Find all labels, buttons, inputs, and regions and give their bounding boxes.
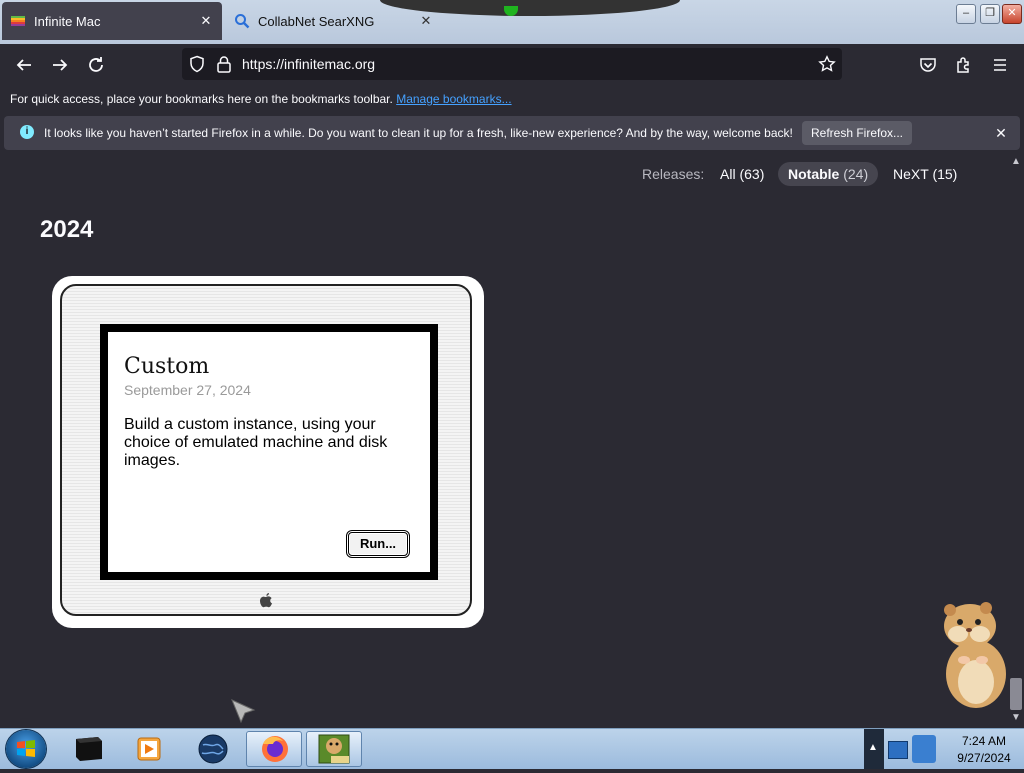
filter-notable-button[interactable]: Notable (24) [778, 162, 879, 186]
filter-all-button[interactable]: All (63) [710, 162, 774, 186]
minimize-button[interactable]: – [956, 4, 976, 24]
tab-title: CollabNet SearXNG [258, 13, 375, 29]
page-scrollbar[interactable]: ▲ ▼ [1008, 152, 1024, 728]
scroll-thumb[interactable] [1010, 678, 1022, 710]
taskbar-dosbox-app[interactable] [306, 731, 362, 767]
card-title: Custom [124, 354, 210, 379]
scroll-up-arrow-icon[interactable]: ▲ [1010, 156, 1022, 168]
forward-arrow-icon[interactable] [48, 53, 72, 77]
pocket-icon[interactable] [916, 53, 940, 77]
windows-logo-icon [17, 740, 35, 757]
run-button[interactable]: Run... [348, 532, 408, 556]
scroll-down-arrow-icon[interactable]: ▼ [1010, 712, 1022, 724]
apple-logo-icon [260, 593, 272, 608]
clock-time[interactable]: 7:24 AM [944, 734, 1024, 748]
releases-label: Releases: [642, 166, 705, 182]
reload-icon[interactable] [84, 53, 108, 77]
mouse-cursor-icon [231, 699, 256, 724]
filter-count: (24) [843, 166, 869, 182]
filter-next-button[interactable]: NeXT (15) [883, 162, 967, 186]
filter-label: Notable [788, 166, 840, 182]
bookmarks-hint-text: For quick access, place your bookmarks h… [10, 92, 393, 106]
black-box-icon [76, 737, 102, 761]
navigation-bar: https://infinitemac.org [0, 44, 1024, 86]
mac-bezel: Custom September 27, 2024 Build a custom… [60, 284, 472, 616]
media-player-icon [137, 737, 161, 761]
taskbar-terminal-app[interactable] [60, 731, 116, 767]
star-icon[interactable] [818, 55, 836, 73]
taskbar-globe-app[interactable] [184, 731, 240, 767]
restore-button[interactable]: ❐ [980, 4, 1000, 24]
close-notification-icon[interactable]: ✕ [992, 124, 1010, 142]
volume-icon[interactable] [912, 735, 936, 763]
show-hidden-icons-area[interactable]: ▲ [864, 729, 884, 769]
tab-infinite-mac[interactable]: Infinite Mac ✕ [2, 2, 222, 40]
year-heading: 2024 [40, 216, 94, 243]
bookmarks-toolbar: For quick access, place your bookmarks h… [0, 86, 1024, 114]
bookmarks-hint: For quick access, place your bookmarks h… [10, 92, 512, 106]
menu-icon[interactable] [988, 53, 1012, 77]
filter-count: (15) [932, 166, 958, 182]
globe-icon [198, 734, 228, 764]
close-tab-icon[interactable]: ✕ [198, 13, 214, 29]
custom-release-card: Custom September 27, 2024 Build a custom… [52, 276, 484, 628]
hamster-desktop-pet[interactable] [936, 600, 1008, 710]
tab-title: Infinite Mac [34, 13, 101, 29]
screen-bezel: Custom September 27, 2024 Build a custom… [100, 324, 438, 580]
tab-strip: Infinite Mac ✕ CollabNet SearXNG ✕ – ❐ ✕ [0, 0, 1024, 44]
clock-date[interactable]: 9/27/2024 [944, 751, 1024, 765]
extensions-icon[interactable] [952, 53, 976, 77]
close-tab-icon[interactable]: ✕ [418, 13, 434, 29]
notification-message: It looks like you haven’t started Firefo… [44, 126, 793, 140]
card-description: Build a custom instance, using your choi… [124, 416, 388, 469]
mac-screen: Custom September 27, 2024 Build a custom… [108, 332, 430, 572]
manage-bookmarks-link[interactable]: Manage bookmarks... [396, 92, 511, 106]
rainbow-mac-icon [11, 16, 25, 26]
taskbar-media-player-app[interactable] [120, 731, 176, 767]
network-icon[interactable] [888, 741, 908, 759]
card-date: September 27, 2024 [124, 382, 251, 398]
filter-label: NeXT [893, 166, 929, 182]
taskbar-firefox-app[interactable] [246, 731, 302, 767]
refresh-firefox-button[interactable]: Refresh Firefox... [802, 121, 912, 145]
filter-label: All [720, 166, 736, 182]
tray-up-arrow-icon[interactable]: ▲ [868, 742, 878, 753]
firefox-icon [262, 736, 288, 762]
search-icon [235, 14, 250, 29]
taskbar: ▲ 7:24 AM 9/27/2024 [0, 728, 1024, 769]
lock-icon[interactable] [216, 55, 232, 73]
address-bar[interactable]: https://infinitemac.org [182, 48, 842, 80]
system-tray: ▲ 7:24 AM 9/27/2024 [864, 729, 1024, 769]
info-icon: i [20, 125, 34, 139]
url-text[interactable]: https://infinitemac.org [242, 56, 375, 72]
start-button[interactable] [6, 730, 46, 768]
page-content: Releases: All (63) Notable (24) NeXT (15… [0, 152, 1008, 728]
refresh-firefox-notification: i It looks like you haven’t started Fire… [4, 116, 1020, 150]
dosbox-icon [318, 734, 350, 764]
close-window-button[interactable]: ✕ [1002, 4, 1022, 24]
filter-count: (63) [739, 166, 765, 182]
shield-icon[interactable] [188, 55, 206, 73]
back-arrow-icon[interactable] [12, 53, 36, 77]
